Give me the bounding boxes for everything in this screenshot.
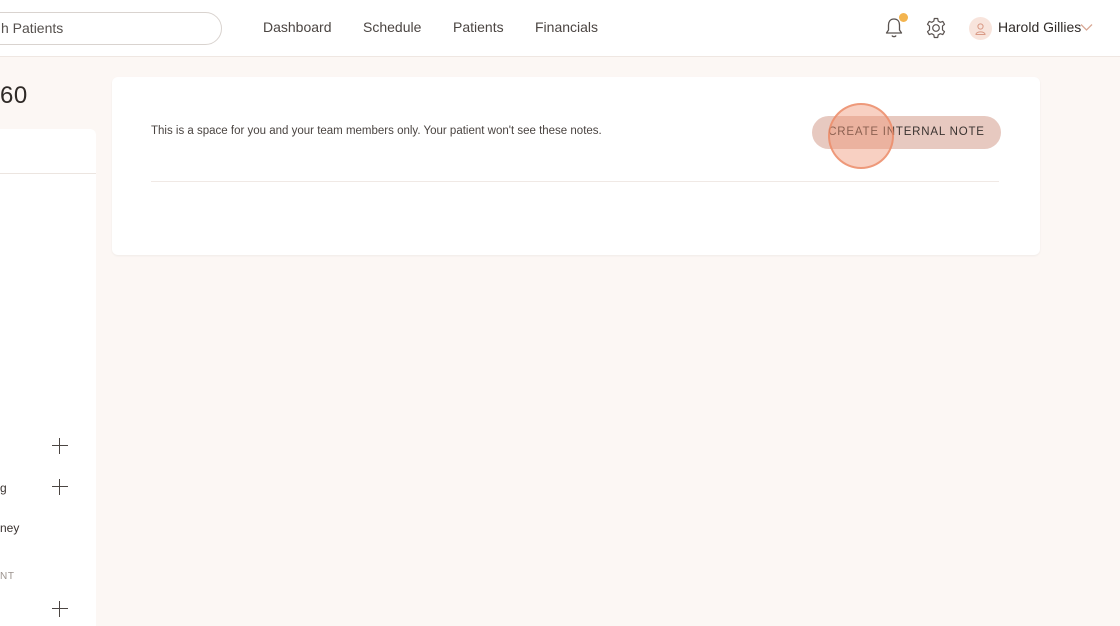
- top-bar: h Patients Dashboard Schedule Patients F…: [0, 0, 1120, 57]
- avatar[interactable]: [969, 17, 992, 40]
- nav-dashboard[interactable]: Dashboard: [263, 19, 332, 35]
- user-name[interactable]: Harold Gillies: [998, 19, 1081, 35]
- notification-dot: [899, 13, 908, 22]
- sidebar-item-2: g: [0, 481, 7, 495]
- add-item-button-1[interactable]: [52, 438, 68, 454]
- internal-notes-card: This is a space for you and your team me…: [112, 77, 1040, 255]
- sidebar-item-3: ney: [0, 521, 20, 535]
- add-item-button-3[interactable]: [52, 601, 68, 617]
- user-icon: [975, 22, 986, 35]
- nav-financials[interactable]: Financials: [535, 19, 598, 35]
- sidebar-divider: [0, 173, 96, 174]
- sidebar-section-label: NT: [0, 571, 15, 582]
- nav-patients[interactable]: Patients: [453, 19, 504, 35]
- gear-icon[interactable]: [925, 17, 947, 39]
- nav-schedule[interactable]: Schedule: [363, 19, 421, 35]
- create-internal-note-button[interactable]: CREATE INTERNAL NOTE: [812, 116, 1001, 149]
- search-input[interactable]: h Patients: [0, 12, 222, 45]
- card-divider: [151, 181, 999, 182]
- chevron-down-icon[interactable]: [1080, 23, 1093, 32]
- add-item-button-2[interactable]: [52, 479, 68, 495]
- notes-info-text: This is a space for you and your team me…: [151, 125, 602, 137]
- search-placeholder: h Patients: [1, 20, 64, 36]
- patient-id: 60: [0, 82, 28, 109]
- sidebar-card: [0, 129, 96, 626]
